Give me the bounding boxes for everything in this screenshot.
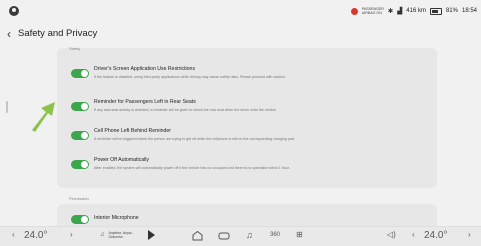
rear-seat-reminder-toggle[interactable]	[71, 102, 89, 111]
bottom-dock: ‹ 24.0° › ♫ Anytime, Anyw... Grancino ♫ …	[0, 226, 481, 246]
play-icon[interactable]	[148, 230, 156, 240]
airbag-warning-icon	[350, 7, 358, 15]
left-temperature[interactable]: 24.0°	[24, 230, 47, 241]
media-artist: Grancino	[108, 235, 123, 239]
interior-microphone-toggle[interactable]	[71, 215, 89, 224]
media-info: Anytime, Anyw... Grancino	[109, 231, 135, 239]
phone-reminder-toggle[interactable]	[71, 131, 89, 140]
left-temp-decrease-icon[interactable]: ‹	[12, 230, 15, 239]
power-off-toggle[interactable]	[71, 160, 89, 169]
apps-grid-icon[interactable]: ⊞	[296, 230, 303, 239]
bluetooth-icon: ✱	[387, 8, 394, 15]
status-indicators: PASSENGER AIRBAG ON ✱ ▟ 416 km 81% 18:54	[350, 4, 477, 18]
status-bar: PASSENGER AIRBAG ON ✱ ▟ 416 km 81% 18:54	[0, 0, 481, 20]
music-icon[interactable]: ♫	[246, 230, 253, 240]
media-widget[interactable]: ♫ Anytime, Anyw... Grancino	[100, 230, 156, 240]
setting-description: After enabled, the system will automatic…	[94, 166, 290, 170]
profile-icon[interactable]	[9, 6, 19, 16]
driver-screen-restriction-toggle[interactable]	[71, 69, 89, 78]
setting-title: Reminder for Passengers Left in Rear Sea…	[94, 99, 196, 105]
clock: 18:54	[461, 8, 477, 14]
signal-icon: ▟	[397, 8, 403, 15]
range-text: 416 km	[406, 8, 426, 14]
setting-description: If any rear-seat activity is detected, a…	[94, 108, 277, 112]
vehicle-icon[interactable]	[218, 230, 230, 241]
side-scroll-handle[interactable]	[6, 101, 8, 113]
right-temp-increase-icon[interactable]: ›	[468, 230, 471, 239]
page-title: Safety and Privacy	[18, 28, 98, 39]
right-temperature[interactable]: 24.0°	[424, 230, 447, 241]
setting-title: Driver's Screen Application Use Restrict…	[94, 66, 196, 72]
setting-title: Power Off Automatically	[94, 157, 149, 163]
setting-description: A reminder will be triggered when the pe…	[94, 137, 295, 141]
setting-title: Cell Phone Left Behind Reminder	[94, 128, 171, 134]
battery-icon	[429, 7, 442, 15]
airbag-line2: AIRBAG ON	[361, 11, 382, 15]
section-label-safety: Safety	[69, 46, 81, 51]
setting-title: Interior Microphone	[94, 215, 139, 221]
left-temp-increase-icon[interactable]: ›	[70, 230, 73, 239]
section-label-permission: Permission	[69, 196, 89, 201]
home-icon[interactable]	[192, 230, 203, 241]
volume-icon[interactable]: ◁)	[387, 230, 396, 239]
right-temp-decrease-icon[interactable]: ‹	[412, 230, 415, 239]
highlight-arrow-icon	[32, 102, 55, 132]
back-chevron-icon[interactable]: ‹	[7, 27, 11, 41]
setting-description: If the feature is disabled, using third-…	[94, 75, 286, 79]
battery-percent: 81%	[445, 8, 458, 14]
safety-settings-panel: Safety Driver's Screen Application Use R…	[57, 46, 437, 188]
camera-360-icon[interactable]: 360	[270, 232, 280, 238]
music-note-icon: ♫	[100, 232, 105, 238]
airbag-status: PASSENGER AIRBAG ON	[362, 7, 384, 15]
